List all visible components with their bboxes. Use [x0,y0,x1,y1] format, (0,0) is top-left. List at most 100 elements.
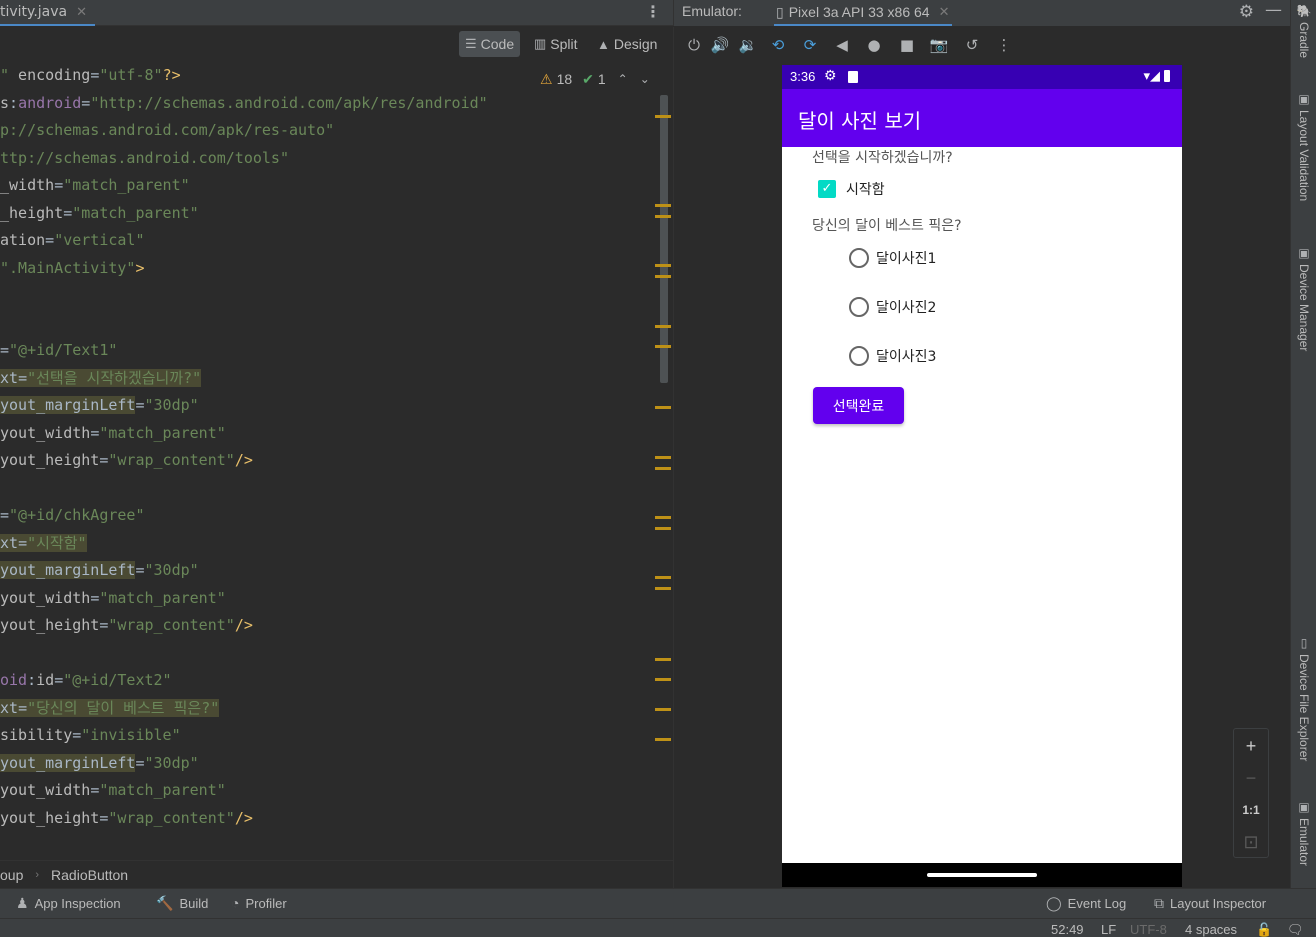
warning-marker[interactable] [655,467,671,470]
rotate-right-icon[interactable]: ⟳ [798,33,822,57]
warning-marker[interactable] [655,587,671,590]
file-encoding[interactable]: UTF-8 [1130,922,1167,937]
breadcrumb-item[interactable]: oup [0,867,23,883]
code-line[interactable]: oid:id="@+id/Text2" [0,668,172,692]
warning-marker[interactable] [655,658,671,661]
more-options-icon[interactable]: ⋮ [645,3,661,21]
code-line[interactable]: _height="match_parent" [0,201,199,225]
code-line[interactable]: _width="match_parent" [0,173,190,197]
code-line[interactable]: yout_marginLeft="30dp" [0,393,199,417]
start-checkbox-row[interactable]: ✓ 시작함 [818,179,885,199]
radio-label[interactable]: 달이사진1 [876,248,936,268]
radio-button[interactable] [849,248,869,268]
settings-gear-icon[interactable]: ⚙ [1239,2,1254,22]
caret-position[interactable]: 52:49 [1051,922,1084,937]
zoom-out-button[interactable]: − [1234,763,1268,793]
warning-marker[interactable] [655,738,671,741]
code-line[interactable]: yout_width="match_parent" [0,421,226,445]
code-line[interactable]: yout_marginLeft="30dp" [0,751,199,775]
more-icon[interactable]: ⋮ [992,33,1016,57]
app-inspection-button[interactable]: ♟ App Inspection [16,895,121,912]
warning-marker[interactable] [655,275,671,278]
power-icon[interactable]: ⏻ [682,33,706,57]
breadcrumb-item[interactable]: RadioButton [51,867,128,883]
warning-marker[interactable] [655,345,671,348]
strip-item-device-manager[interactable]: ▣ Device Manager [1294,246,1314,351]
radio-button[interactable] [849,346,869,366]
editor-scrollbar[interactable] [659,95,669,858]
split-mode-button[interactable]: ▥ Split [528,31,584,57]
volume-up-icon[interactable]: 🔊 [708,33,732,57]
close-icon[interactable]: ✕ [76,5,87,20]
warning-marker[interactable] [655,264,671,267]
minimize-icon[interactable]: — [1265,0,1282,20]
radio-label[interactable]: 달이사진2 [876,297,936,317]
screenshot-icon[interactable]: 📷 [927,33,951,57]
warning-marker[interactable] [655,215,671,218]
code-line[interactable]: xt="당신의 달이 베스트 픽은?" [0,696,220,720]
next-highlight-icon[interactable]: ⌄ [640,72,650,86]
code-line[interactable]: yout_marginLeft="30dp" [0,558,199,582]
line-separator[interactable]: LF [1101,922,1116,937]
home-icon[interactable]: ● [862,33,886,57]
code-line[interactable]: ="@+id/chkAgree" [0,503,145,527]
code-line[interactable]: ation="vertical" [0,228,145,252]
inspection-widget[interactable]: ⚠ 18 ✔ 1 ⌃ ⌄ [540,68,650,90]
warning-marker[interactable] [655,678,671,681]
code-line[interactable]: s:android="http://schemas.android.com/ap… [0,91,488,115]
build-button[interactable]: 🔨 Build [156,895,208,912]
close-icon[interactable]: ✕ [939,4,950,20]
warning-marker[interactable] [655,115,671,118]
zoom-fit-button[interactable]: ⊡ [1234,827,1268,857]
warning-marker[interactable] [655,576,671,579]
warning-marker[interactable] [655,204,671,207]
warning-marker[interactable] [655,527,671,530]
warning-marker[interactable] [655,406,671,409]
strip-item-gradle[interactable]: 🐘 Gradle [1294,4,1314,58]
code-line[interactable]: yout_height="wrap_content"/> [0,613,253,637]
start-checkbox-label[interactable]: 시작함 [846,179,885,199]
selection-done-button[interactable]: 선택완료 [813,387,904,424]
code-line[interactable]: ="@+id/Text1" [0,338,117,362]
back-icon[interactable]: ◀ [830,33,854,57]
radio-label[interactable]: 달이사진3 [876,346,936,366]
zoom-in-button[interactable]: + [1234,731,1268,761]
radio-option-3[interactable]: 달이사진3 [849,346,936,366]
code-mode-button[interactable]: ☰ Code [459,31,521,57]
radio-button[interactable] [849,297,869,317]
previous-highlight-icon[interactable]: ⌃ [618,72,628,86]
indent-setting[interactable]: 4 spaces [1185,922,1237,937]
event-log-button[interactable]: ◯ Event Log [1046,895,1126,912]
strip-item-emulator[interactable]: ▣ Emulator [1294,800,1314,866]
code-line[interactable]: yout_width="match_parent" [0,778,226,802]
strip-item-layout-validation[interactable]: ▣ Layout Validation [1294,92,1314,201]
warning-marker[interactable] [655,456,671,459]
code-line[interactable]: xt="시작함" [0,531,87,555]
emulator-device-tab[interactable]: ▯ Pixel 3a API 33 x86 64 ✕ [774,0,952,26]
start-checkbox[interactable]: ✓ [818,180,836,198]
radio-option-1[interactable]: 달이사진1 [849,248,936,268]
editor-scroll-thumb[interactable] [660,95,668,383]
code-editor[interactable]: " encoding="utf-8"?> s:android="http://sc… [0,63,655,858]
home-gesture-pill[interactable] [927,873,1037,877]
profiler-button[interactable]: ◔ Profiler [231,895,287,911]
code-line[interactable]: ".MainActivity"> [0,256,145,280]
layout-inspector-button[interactable]: ⧉ Layout Inspector [1154,895,1266,912]
radio-option-2[interactable]: 달이사진2 [849,297,936,317]
code-line[interactable]: sibility="invisible" [0,723,181,747]
snapshot-icon[interactable]: ↺ [960,33,984,57]
code-line[interactable]: " encoding="utf-8"?> [0,63,181,87]
code-line[interactable]: xt="선택을 시작하겠습니까?" [0,366,202,390]
strip-item-device-file-explorer[interactable]: ▯ Device File Explorer [1294,636,1314,761]
actual-size-button[interactable]: 1:1 [1234,795,1268,825]
warning-marker[interactable] [655,516,671,519]
editor-tab-activity-java[interactable]: tivity.java ✕ [0,0,96,26]
design-mode-button[interactable]: ▲ Design [591,31,663,57]
warning-marker[interactable] [655,325,671,328]
code-line[interactable]: yout_width="match_parent" [0,586,226,610]
notifications-icon[interactable]: 🗨 [1287,922,1304,937]
code-line[interactable]: ttp://schemas.android.com/tools" [0,146,289,170]
phone-screen[interactable]: 3:36 ⚙ ▾◢ 달이 사진 보기 선택을 시작하겠습니까? ✓ 시작함 당신… [782,65,1182,887]
overview-icon[interactable]: ■ [895,33,919,57]
code-line[interactable]: p://schemas.android.com/apk/res-auto" [0,118,334,142]
